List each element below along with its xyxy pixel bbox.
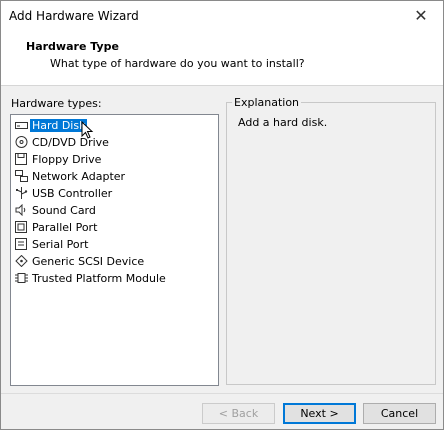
list-item-parallel-port[interactable]: Parallel Port	[15, 220, 99, 236]
page-subtitle: What type of hardware do you want to ins…	[50, 57, 305, 70]
speaker-icon	[15, 204, 26, 216]
explanation-group	[226, 102, 436, 385]
list-item-cd-dvd[interactable]: CD/DVD Drive	[15, 135, 111, 151]
usb-icon	[16, 187, 28, 199]
list-item-serial-port[interactable]: Serial Port	[15, 237, 90, 253]
title-bar: Add Hardware Wizard ✕	[1, 1, 443, 31]
list-item-usb-controller[interactable]: USB Controller	[15, 186, 114, 202]
explanation-text: Add a hard disk.	[238, 116, 328, 129]
network-icon	[15, 170, 28, 182]
list-item-label: Generic SCSI Device	[32, 255, 145, 268]
list-item-label: Network Adapter	[32, 170, 126, 183]
cd-dvd-icon	[15, 136, 28, 148]
list-item-label: CD/DVD Drive	[32, 136, 109, 149]
serial-port-icon	[15, 238, 27, 250]
next-button[interactable]: Next >	[283, 403, 356, 424]
list-item-label: Sound Card	[32, 204, 96, 217]
close-button[interactable]: ✕	[399, 1, 443, 31]
explanation-legend: Explanation	[232, 96, 302, 109]
list-item-network-adapter[interactable]: Network Adapter	[15, 169, 127, 185]
parallel-port-icon	[15, 221, 27, 233]
wizard-header: Hardware Type What type of hardware do y…	[1, 31, 443, 86]
mouse-cursor-icon	[81, 121, 94, 139]
list-item-label: USB Controller	[32, 187, 113, 200]
list-item-floppy[interactable]: Floppy Drive	[15, 152, 103, 168]
page-title: Hardware Type	[26, 40, 119, 53]
list-item-tpm[interactable]: Trusted Platform Module	[15, 271, 168, 287]
list-item-label: Hard Disk	[30, 119, 88, 132]
list-item-sound-card[interactable]: Sound Card	[15, 203, 98, 219]
cancel-button[interactable]: Cancel	[363, 403, 436, 424]
hardware-types-label: Hardware types:	[11, 97, 102, 110]
hardware-types-list[interactable]: Hard Disk CD/DVD Drive Floppy Drive Netw…	[10, 114, 219, 386]
list-item-hard-disk[interactable]: Hard Disk	[15, 118, 88, 134]
tpm-icon	[15, 273, 28, 283]
list-item-label: Parallel Port	[32, 221, 98, 234]
scsi-icon	[15, 255, 28, 267]
wizard-window: Add Hardware Wizard ✕ Hardware Type What…	[0, 0, 444, 430]
window-title: Add Hardware Wizard	[9, 9, 139, 23]
list-item-label: Trusted Platform Module	[32, 272, 166, 285]
hard-disk-icon	[15, 122, 28, 129]
floppy-icon	[15, 153, 27, 165]
footer-divider	[1, 393, 443, 394]
back-button[interactable]: < Back	[202, 403, 275, 424]
list-item-generic-scsi[interactable]: Generic SCSI Device	[15, 254, 146, 270]
list-item-label: Floppy Drive	[32, 153, 102, 166]
list-item-label: Serial Port	[32, 238, 89, 251]
